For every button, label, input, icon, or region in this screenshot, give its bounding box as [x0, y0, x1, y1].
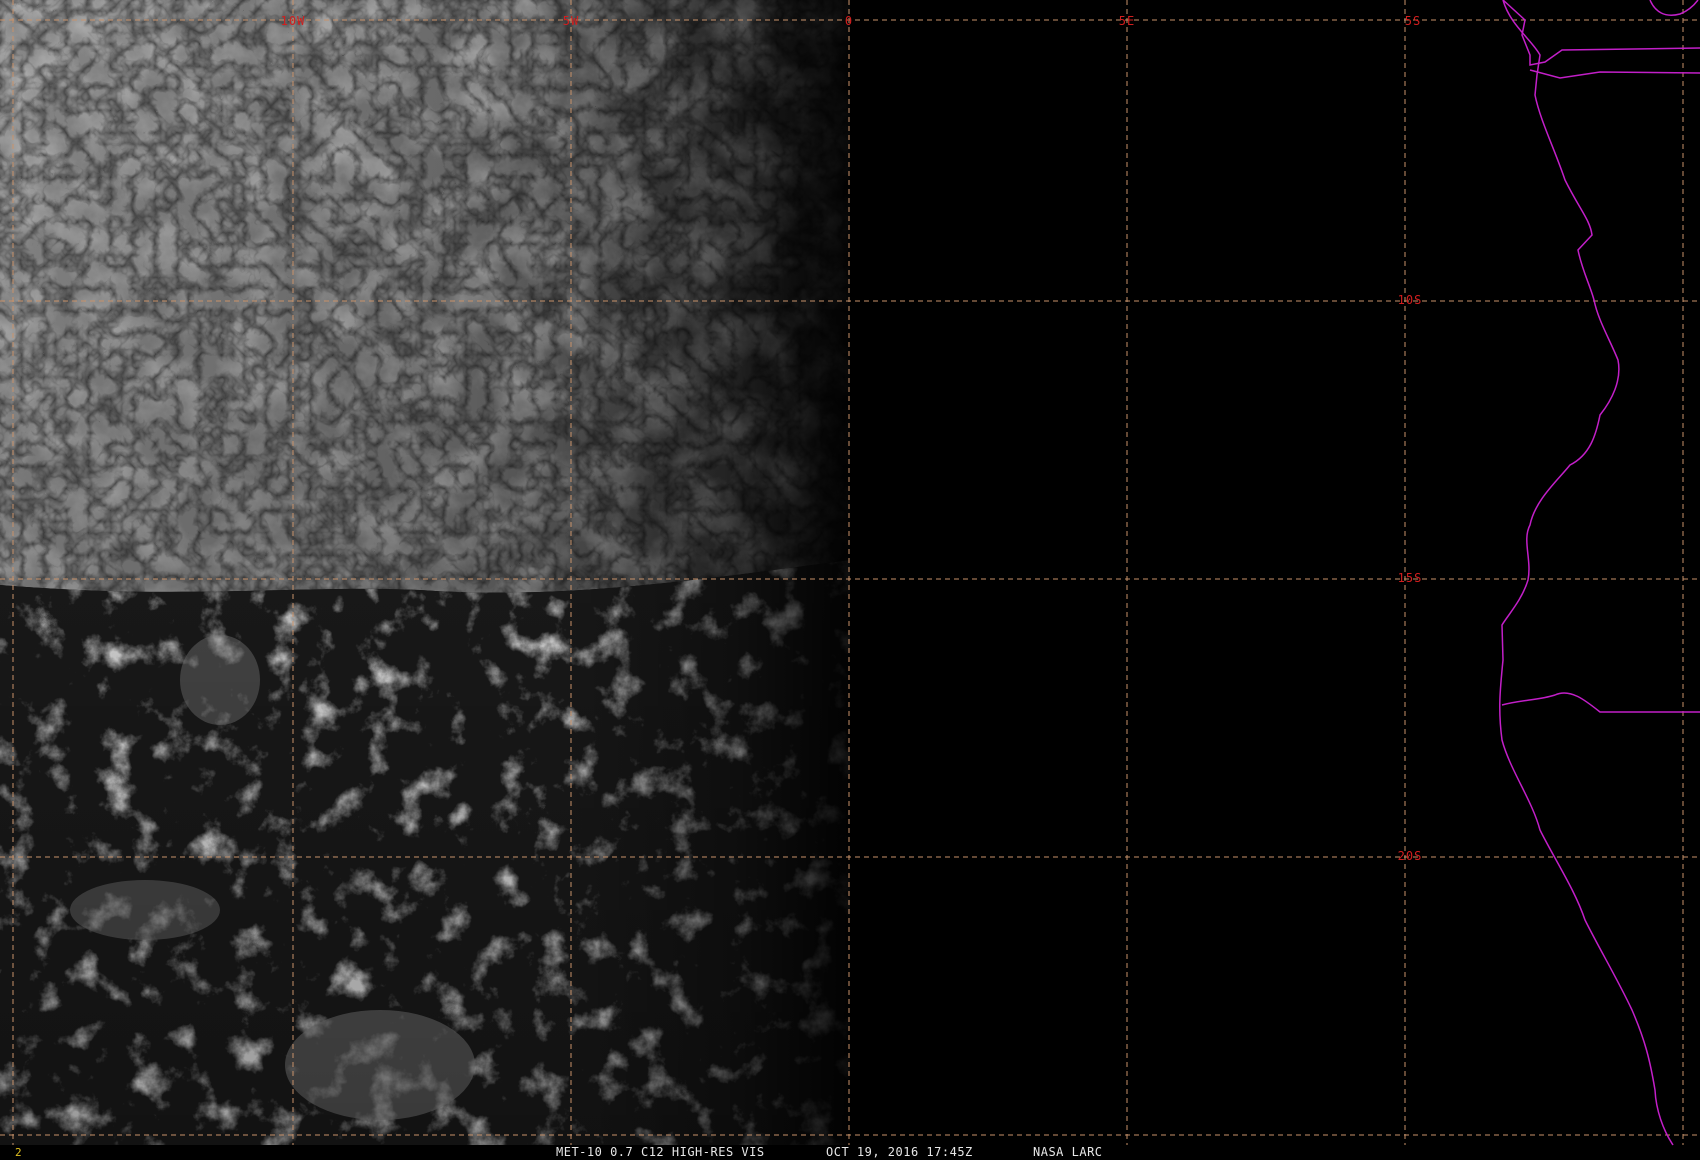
satellite-image: 10W 5W 0 5E 5S 10S 15S 20S: [0, 0, 1700, 1146]
congo-border: [1529, 69, 1700, 79]
frame-number: 2: [15, 1146, 22, 1159]
country-border-top-right: [1649, 0, 1699, 16]
longitude-label: 0: [845, 14, 853, 28]
longitude-label: 10W: [281, 14, 306, 28]
image-caption-credit: NASA LARC: [1033, 1145, 1103, 1159]
angola-namibia-border: [1501, 692, 1700, 713]
satellite-image-viewer: 10W 5W 0 5E 5S 10S 15S 20S 2 MET-10 0.7 C12 HIG…: [0, 0, 1700, 1160]
africa-coastline: [1499, 0, 1674, 1146]
latitude-label: 10S: [1398, 293, 1423, 307]
latitude-label: 15S: [1398, 571, 1423, 585]
longitude-label: 5W: [563, 14, 579, 28]
country-border-north: [1502, 0, 1700, 66]
image-caption-product: MET-10 0.7 C12 HIGH-RES VIS: [556, 1145, 765, 1159]
latitude-label: 20S: [1398, 849, 1423, 863]
cloud-field: [0, 0, 850, 1145]
image-caption-datetime: OCT 19, 2016 17:45Z: [826, 1145, 973, 1159]
coastline-overlay: [1499, 0, 1700, 1146]
longitude-label: 5E: [1119, 14, 1135, 28]
latitude-label: 5S: [1405, 14, 1421, 28]
